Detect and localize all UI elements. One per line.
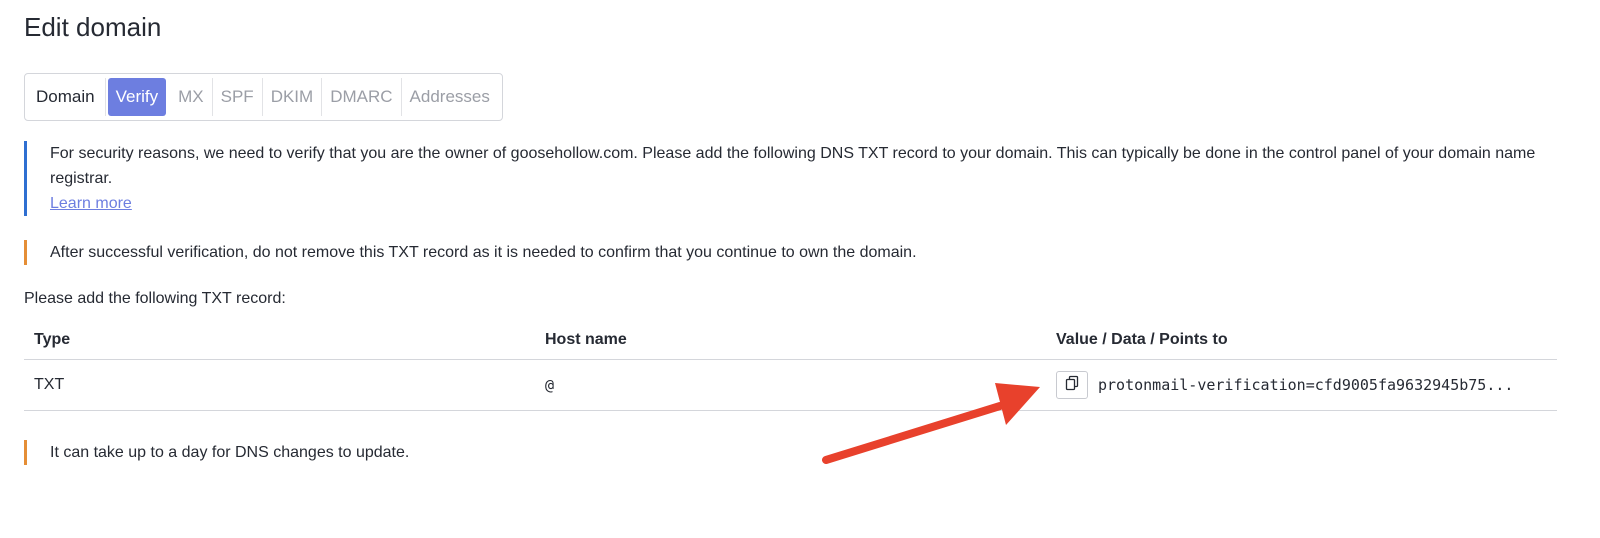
tab-dkim[interactable]: DKIM <box>263 78 323 116</box>
header-value: Value / Data / Points to <box>1056 330 1228 348</box>
security-notice-text: For security reasons, we need to verify … <box>50 145 1536 187</box>
copy-value-button[interactable] <box>1056 371 1088 399</box>
tab-verify[interactable]: Verify <box>107 78 167 116</box>
cell-value-text: protonmail-verification=cfd9005fa9632945… <box>1098 376 1514 394</box>
cell-value: protonmail-verification=cfd9005fa9632945… <box>1046 371 1557 399</box>
txt-record-table: Type Host name Value / Data / Points to … <box>24 320 1557 411</box>
table-header: Type Host name Value / Data / Points to <box>24 320 1557 360</box>
tab-spf[interactable]: SPF <box>213 78 263 116</box>
tab-addresses[interactable]: Addresses <box>402 78 498 116</box>
verification-warning: After successful verification, do not re… <box>24 240 917 265</box>
header-host-name: Host name <box>545 330 627 348</box>
page-title: Edit domain <box>24 12 162 42</box>
cell-type: TXT <box>34 376 65 393</box>
table-row: TXT @ protonmail-verification=cfd9005fa9… <box>24 360 1557 411</box>
edit-domain-page: Edit domain Domain Verify MX SPF DKIM DM… <box>0 0 1600 538</box>
tab-mx[interactable]: MX <box>170 78 213 116</box>
tab-dmarc[interactable]: DMARC <box>322 78 402 116</box>
cell-host-name: @ <box>545 376 555 394</box>
copy-icon <box>1064 375 1080 396</box>
record-intro: Please add the following TXT record: <box>24 290 286 307</box>
header-type: Type <box>34 330 71 348</box>
tab-domain[interactable]: Domain <box>29 78 106 116</box>
security-notice: For security reasons, we need to verify … <box>24 141 1564 216</box>
domain-tabs: Domain Verify MX SPF DKIM DMARC Addresse… <box>24 73 503 121</box>
dns-delay-notice: It can take up to a day for DNS changes … <box>24 440 409 465</box>
learn-more-link[interactable]: Learn more <box>50 195 132 212</box>
verification-warning-text: After successful verification, do not re… <box>50 244 917 261</box>
dns-delay-text: It can take up to a day for DNS changes … <box>50 444 410 461</box>
